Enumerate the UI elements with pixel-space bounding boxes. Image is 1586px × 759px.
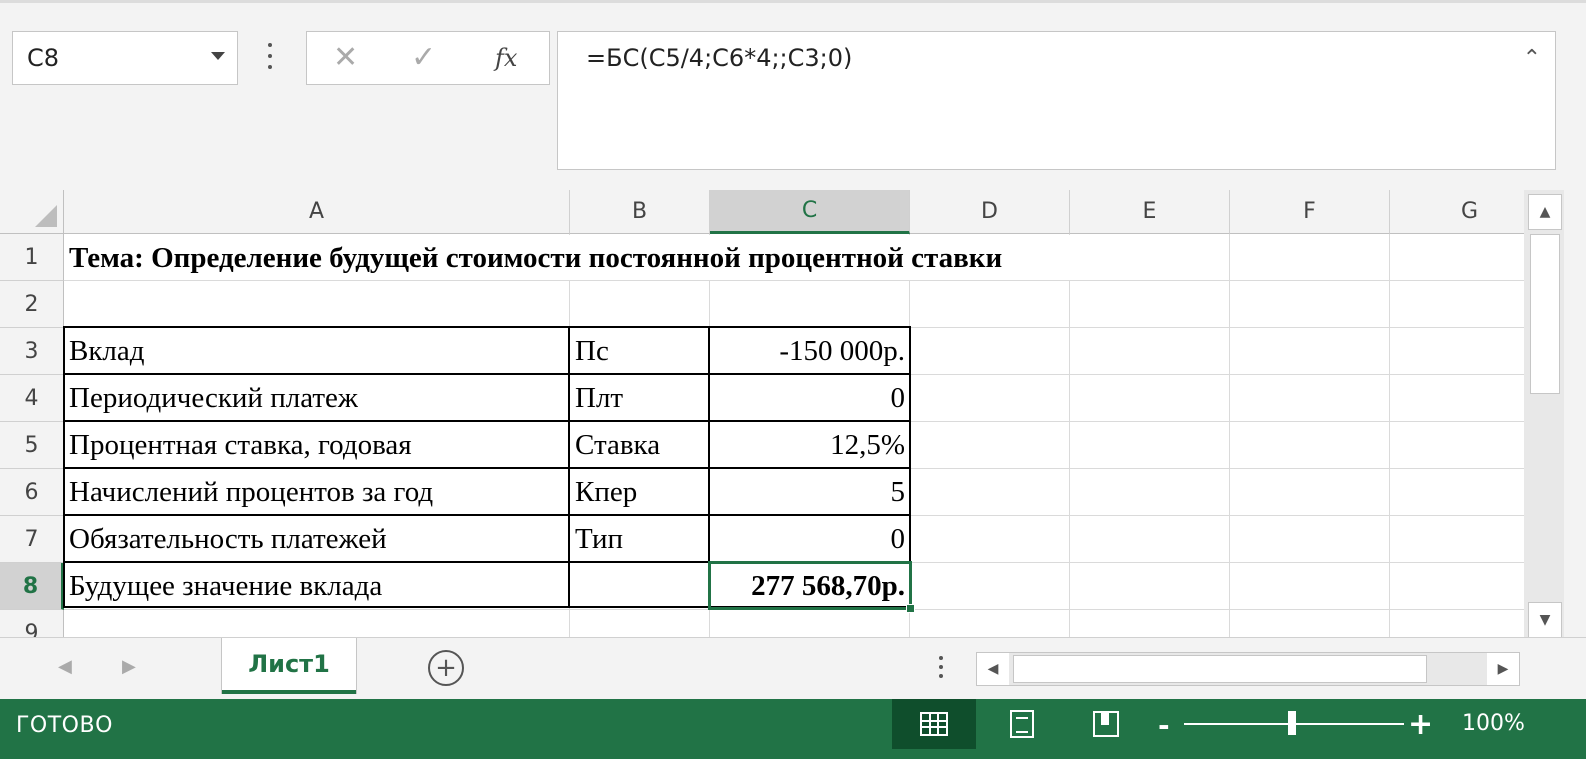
gridline	[1069, 234, 1070, 637]
cell-c7[interactable]: 0	[710, 517, 909, 561]
more-options-icon[interactable]	[262, 39, 278, 79]
cell-c4[interactable]: 0	[710, 376, 909, 420]
gridline	[1229, 234, 1230, 637]
enter-icon[interactable]: ✓	[411, 40, 436, 75]
scroll-down-icon[interactable]: ▼	[1528, 602, 1562, 638]
cell-b4[interactable]: Плт	[570, 376, 708, 420]
gridline	[1389, 234, 1390, 637]
cell-c3[interactable]: -150 000р.	[710, 329, 909, 373]
column-header-e[interactable]: E	[1070, 190, 1230, 234]
normal-view-button[interactable]	[892, 699, 976, 749]
worksheet-grid[interactable]: A B C D E F G 1 2 3 4 5 6 7 8 9 Тема: Оп…	[0, 190, 1524, 637]
column-header-a[interactable]: A	[64, 190, 570, 234]
gridline	[64, 280, 1524, 281]
row-header-6[interactable]: 6	[0, 469, 64, 516]
cell-a7[interactable]: Обязательность платежей	[64, 517, 568, 561]
column-header-c[interactable]: C	[710, 190, 910, 234]
cancel-icon[interactable]: ✕	[333, 40, 358, 75]
column-header-d[interactable]: D	[910, 190, 1070, 234]
formula-input[interactable]: =БС(C5/4;C6*4;;C3;0) ⌃	[557, 31, 1556, 170]
cell-a3[interactable]: Вклад	[64, 329, 568, 373]
normal-view-icon	[920, 712, 948, 736]
cell-b3[interactable]: Пс	[570, 329, 708, 373]
formula-bar: C8 ✕ ✓ fx =БС(C5/4;C6*4;;C3;0) ⌃	[0, 0, 1586, 190]
sheet-tabs-bar: ◀ ▶ Лист1 + ◀ ▶	[0, 637, 1586, 699]
cell-a4[interactable]: Периодический платеж	[64, 376, 568, 420]
page-break-button[interactable]	[1064, 699, 1148, 749]
table-line	[63, 373, 911, 375]
row-header-9[interactable]: 9	[0, 610, 64, 637]
sheet-tab-active[interactable]: Лист1	[222, 638, 356, 694]
status-bar: ГОТОВО - + 100%	[0, 699, 1586, 759]
scroll-up-icon[interactable]: ▲	[1528, 194, 1562, 230]
horizontal-scrollbar[interactable]: ◀ ▶	[976, 652, 1520, 686]
chevron-down-icon[interactable]	[211, 52, 225, 60]
cell-a8[interactable]: Будущее значение вклада	[64, 564, 568, 608]
cell-a6[interactable]: Начислений процентов за год	[64, 470, 568, 514]
zoom-in-icon[interactable]: +	[1408, 707, 1433, 742]
gridline	[1229, 234, 1230, 280]
scroll-left-icon[interactable]: ◀	[977, 653, 1009, 685]
vertical-scrollbar[interactable]: ▲ ▼	[1524, 190, 1564, 638]
vertical-scroll-thumb[interactable]	[1530, 234, 1560, 394]
row-header-1[interactable]: 1	[0, 234, 64, 281]
zoom-level[interactable]: 100%	[1462, 711, 1525, 736]
row-header-8[interactable]: 8	[0, 563, 64, 610]
cell-b6[interactable]: Кпер	[570, 470, 708, 514]
page-layout-icon	[1010, 710, 1034, 738]
column-header-f[interactable]: F	[1230, 190, 1390, 234]
active-cell-selection	[708, 561, 912, 610]
insert-function-icon[interactable]: fx	[495, 44, 517, 72]
fill-handle[interactable]	[906, 604, 915, 613]
cell-a5[interactable]: Процентная ставка, годовая	[64, 423, 568, 467]
table-line	[63, 514, 911, 516]
row-header-4[interactable]: 4	[0, 375, 64, 422]
gridline	[1389, 234, 1390, 280]
column-header-g[interactable]: G	[1390, 190, 1524, 234]
horizontal-scroll-thumb[interactable]	[1013, 655, 1427, 683]
cell-a1[interactable]: Тема: Определение будущей стоимости пост…	[64, 236, 1002, 280]
column-header-b[interactable]: B	[570, 190, 710, 234]
table-line	[63, 420, 911, 422]
row-header-3[interactable]: 3	[0, 328, 64, 375]
formula-buttons: ✕ ✓ fx	[306, 31, 550, 85]
zoom-slider-thumb[interactable]	[1288, 711, 1296, 735]
row-header-2[interactable]: 2	[0, 281, 64, 328]
cell-c5[interactable]: 12,5%	[710, 423, 909, 467]
chevron-up-icon[interactable]: ⌃	[1523, 46, 1541, 71]
status-mode: ГОТОВО	[16, 713, 113, 738]
row-header-7[interactable]: 7	[0, 516, 64, 563]
name-box[interactable]: C8	[12, 31, 238, 85]
row-header-5[interactable]: 5	[0, 422, 64, 469]
scroll-right-icon[interactable]: ▶	[1487, 653, 1519, 685]
name-box-value: C8	[27, 44, 60, 72]
cell-c6[interactable]: 5	[710, 470, 909, 514]
page-break-icon	[1093, 711, 1119, 737]
table-line	[63, 467, 911, 469]
next-sheet-icon[interactable]: ▶	[122, 656, 136, 677]
page-layout-button[interactable]	[980, 699, 1064, 749]
formula-text: =БС(C5/4;C6*4;;C3;0)	[586, 44, 853, 72]
select-all-corner[interactable]	[0, 190, 64, 234]
zoom-out-icon[interactable]: -	[1158, 709, 1170, 742]
cell-b7[interactable]: Тип	[570, 517, 708, 561]
cell-b5[interactable]: Ставка	[570, 423, 708, 467]
more-options-icon[interactable]	[936, 654, 946, 684]
excel-window: C8 ✕ ✓ fx =БС(C5/4;C6*4;;C3;0) ⌃ A B C D…	[0, 0, 1586, 759]
prev-sheet-icon[interactable]: ◀	[58, 656, 72, 677]
add-sheet-icon[interactable]: +	[428, 650, 464, 686]
